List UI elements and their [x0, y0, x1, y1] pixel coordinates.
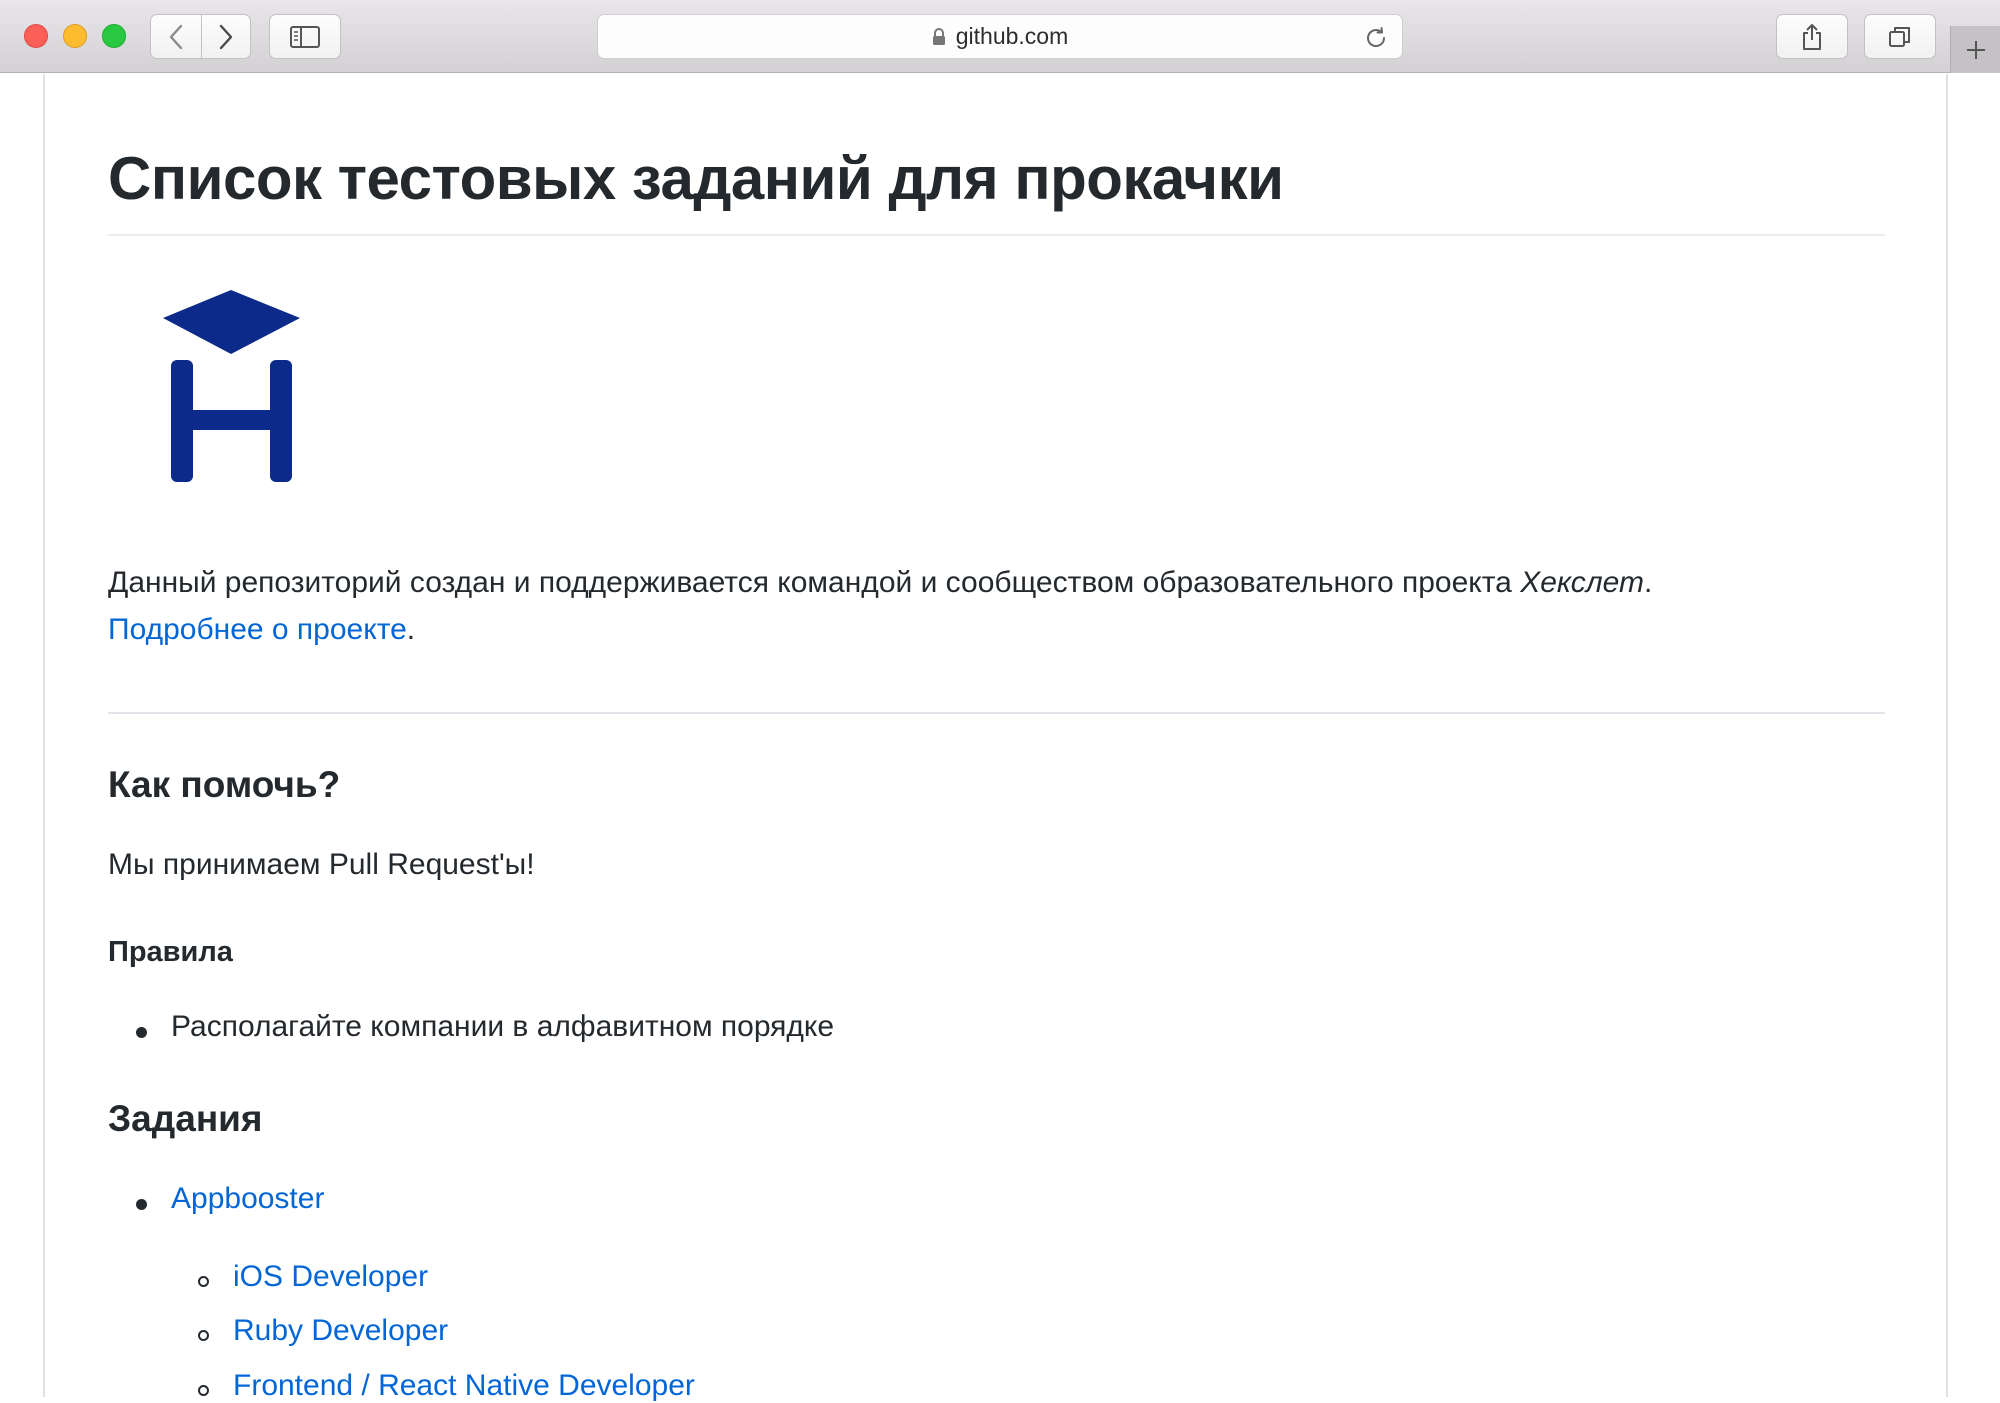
address-bar[interactable]: github.com: [597, 14, 1403, 59]
bullet-disc: [136, 1199, 147, 1210]
company-link-appbooster[interactable]: Appbooster: [171, 1182, 324, 1216]
chevron-left-icon: [169, 24, 182, 49]
bullet-circle: [198, 1276, 209, 1287]
share-icon: [1803, 23, 1821, 50]
project-name: Хекслет: [1520, 566, 1644, 599]
bullet-circle: [198, 1385, 209, 1396]
job-link-frontend[interactable]: Frontend / React Native Developer: [233, 1369, 695, 1403]
share-button[interactable]: [1776, 14, 1848, 59]
about-project-link[interactable]: Подробнее о проекте: [108, 613, 407, 646]
page-title: Список тестовых заданий для прокачки: [108, 145, 1284, 212]
intro-text: Данный репозиторий создан и поддерживает…: [108, 566, 1521, 599]
tabs-icon: [1889, 26, 1910, 47]
sidebar-toggle-button[interactable]: [269, 14, 341, 59]
minimize-window-button[interactable]: [63, 24, 87, 48]
plus-icon: [1966, 40, 1985, 59]
content-border-left: [43, 74, 45, 1397]
lock-icon: [932, 27, 945, 45]
navigation-buttons: [150, 14, 251, 59]
chevron-right-icon: [219, 24, 232, 49]
tasks-heading: Задания: [108, 1098, 263, 1139]
help-text: Мы принимаем Pull Request'ы!: [108, 848, 535, 881]
url-text: github.com: [955, 23, 1069, 49]
show-all-tabs-button[interactable]: [1864, 14, 1936, 59]
intro-period: .: [1643, 566, 1653, 599]
reload-icon[interactable]: [1364, 26, 1388, 50]
rule-text: Располагайте компании в алфавитном поряд…: [171, 1010, 835, 1043]
close-window-button[interactable]: [24, 24, 48, 48]
browser-toolbar: github.com: [0, 0, 2000, 73]
title-divider: [108, 234, 1885, 236]
help-heading: Как помочь?: [108, 764, 341, 805]
rules-heading: Правила: [108, 936, 233, 968]
job-link-ruby[interactable]: Ruby Developer: [233, 1314, 448, 1348]
zoom-window-button[interactable]: [102, 24, 126, 48]
job-link-ios[interactable]: iOS Developer: [233, 1260, 428, 1294]
bullet-circle: [198, 1330, 209, 1341]
sidebar-icon: [290, 25, 320, 48]
bullet-disc: [136, 1027, 147, 1038]
content-border-right: [1946, 74, 1948, 1397]
section-divider: [108, 712, 1885, 714]
intro-paragraph: Данный репозиторий создан и поддерживает…: [108, 559, 1885, 653]
new-tab-button[interactable]: [1950, 26, 2000, 73]
forward-button[interactable]: [200, 15, 251, 58]
more-period: .: [406, 613, 416, 646]
hexlet-logo: [163, 290, 300, 482]
back-button[interactable]: [151, 15, 201, 58]
